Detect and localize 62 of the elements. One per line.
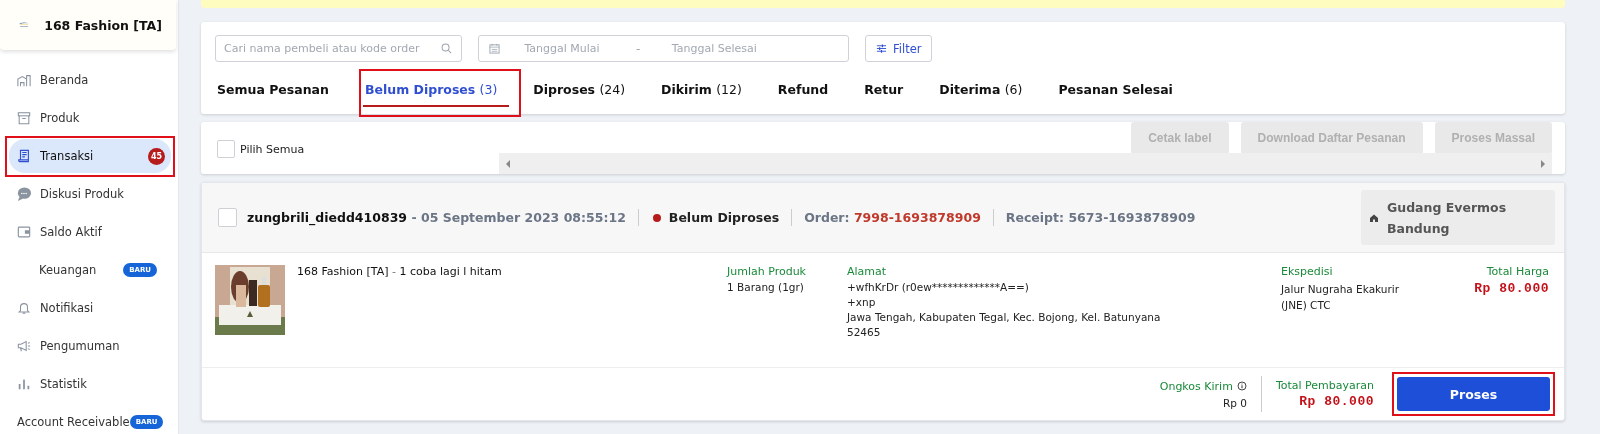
sliders-icon (876, 43, 887, 54)
box-icon (17, 111, 31, 125)
order-buyer: zungbrili_diedd410839 - 05 September 2023 08:55:12 (247, 210, 626, 225)
order-tab[interactable]: Belum Diproses (3) (358, 69, 522, 117)
address-line: Jawa Tengah, Kabupaten Tegal, Kec. Bojong, Kel. Batunyana (847, 311, 1162, 323)
quantity-value: 1 Barang (1gr) (727, 281, 805, 293)
receipt-icon (17, 149, 31, 163)
filter-button[interactable]: Filter (865, 35, 933, 62)
nav-item[interactable]: Transaksi 45 (5, 136, 175, 177)
calendar-icon (489, 43, 500, 54)
megaphone-icon (17, 339, 31, 353)
house-icon (1369, 212, 1379, 223)
order-tab[interactable]: Dikirim (12) (655, 69, 766, 117)
wallet-icon (17, 225, 31, 239)
order-tab[interactable]: Retur (858, 69, 928, 117)
building-icon (17, 73, 31, 87)
field-label: Total Pembayaran (1275, 379, 1374, 392)
field-label: Alamat (847, 265, 888, 278)
address-line: +wfhKrDr (r0ew*************A==) (847, 281, 1030, 293)
status-dot (652, 213, 661, 222)
process-button[interactable]: Proses (1397, 377, 1550, 411)
nav-item[interactable]: Diskusi Produk (5, 174, 175, 215)
receipt-number: Receipt: 5673-1693878909 (1005, 210, 1196, 225)
address-line: +xnp (847, 296, 877, 308)
order-tab[interactable]: Diproses (24) (527, 69, 650, 117)
notification-count: 45 (148, 147, 165, 165)
select-all-checkbox[interactable]: Pilih Semua (201, 140, 305, 158)
nav-item[interactable]: Notifikasi (5, 288, 175, 329)
order-tab[interactable]: Diterima (6) (933, 69, 1047, 117)
scroll-left-icon[interactable] (505, 158, 511, 169)
field-label: Jumlah Produk (727, 265, 807, 278)
search-field[interactable]: Cari nama pembeli atau kode order (215, 35, 462, 62)
address-line: 52465 (847, 326, 882, 338)
horizontal-scrollbar[interactable] (499, 153, 1552, 174)
nav-item[interactable]: Produk (5, 98, 175, 139)
shipping-cost: Rp 0 (1222, 396, 1247, 409)
order-status: Belum Diproses (668, 210, 780, 225)
order-number: Order: 7998-1693878909 (804, 210, 981, 225)
nav-item[interactable]: Statistik (5, 364, 175, 405)
nav-item[interactable]: Pengumuman (5, 326, 175, 367)
info-icon[interactable] (1236, 381, 1247, 391)
chat-icon (17, 187, 31, 201)
date-separator: - (636, 41, 641, 56)
total-price: Rp 80.000 (1474, 281, 1549, 296)
order-checkbox[interactable] (218, 208, 237, 227)
courier-value: Jalur Nugraha Ekakurir (JNE) CTC (1281, 282, 1401, 313)
warehouse-name: Gudang Evermos Bandung (1387, 198, 1508, 238)
nav-item[interactable]: Beranda (5, 60, 175, 101)
field-label: Ongkos Kirim (1159, 379, 1233, 393)
field-label: Total Harga (1486, 265, 1549, 278)
product-name: 168 Fashion [TA] - 1 coba lagi l hitam (297, 265, 503, 280)
store-name: 168 Fashion [TA] (44, 17, 162, 33)
nav-item[interactable]: Saldo Aktif (5, 212, 175, 253)
order-tab[interactable]: Pesanan Selesai (1052, 69, 1197, 117)
bar-chart-icon (17, 377, 31, 391)
order-tab[interactable]: Semua Pesanan (211, 69, 353, 117)
field-label: Ekspedisi (1281, 265, 1334, 278)
bell-icon (17, 301, 31, 315)
scroll-right-icon[interactable] (1540, 158, 1546, 169)
order-tab[interactable]: Refund (771, 69, 853, 117)
total-payment: Rp 80.000 (1299, 394, 1374, 409)
search-icon (441, 43, 452, 54)
